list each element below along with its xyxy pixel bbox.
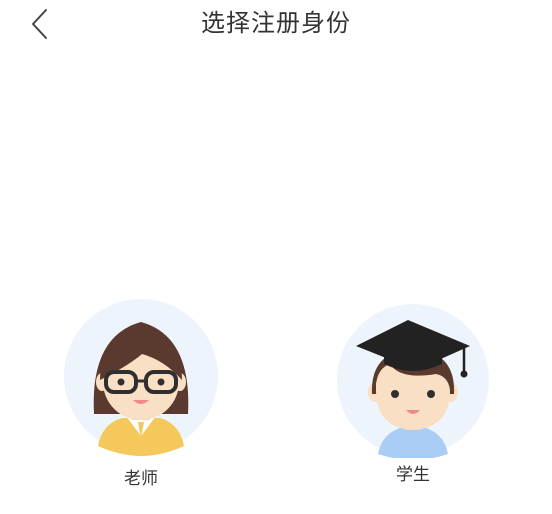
role-option-teacher[interactable]: 老师: [56, 296, 226, 496]
role-label-teacher: 老师: [124, 469, 158, 489]
page-title: 选择注册身份: [201, 9, 351, 37]
register-role-screen: 选择注册身份 老师 学生: [0, 0, 552, 514]
role-label-student: 学生: [396, 465, 430, 485]
teacher-avatar: [56, 296, 226, 458]
student-avatar: [328, 298, 498, 458]
nav-bar: 选择注册身份: [0, 0, 552, 50]
role-option-student[interactable]: 学生: [328, 298, 498, 498]
